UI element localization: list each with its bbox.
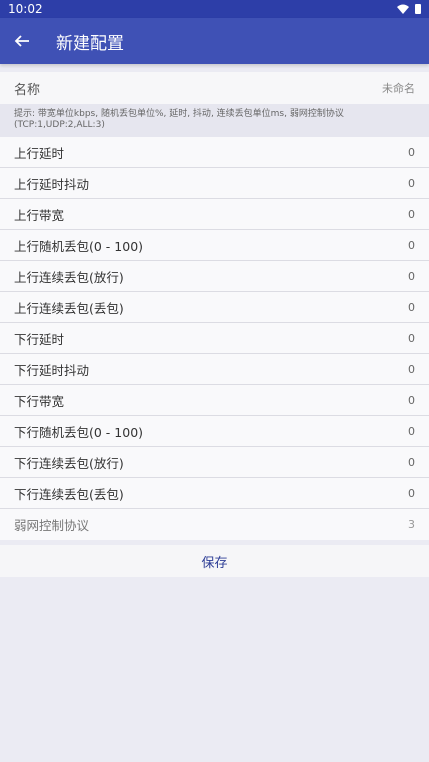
- setting-label: 上行延时: [14, 145, 65, 161]
- setting-value: 0: [408, 424, 415, 438]
- setting-row-protocol[interactable]: 弱网控制协议 3: [0, 509, 429, 540]
- setting-row-downlink-jitter[interactable]: 下行延时抖动 0: [0, 354, 429, 385]
- setting-row-downlink-burst-pass[interactable]: 下行连续丢包(放行) 0: [0, 447, 429, 478]
- setting-label: 下行带宽: [14, 393, 65, 409]
- save-button[interactable]: 保存: [0, 545, 429, 577]
- setting-row-uplink-burst-pass[interactable]: 上行连续丢包(放行) 0: [0, 261, 429, 292]
- setting-value: 0: [408, 455, 415, 469]
- setting-row-uplink-bandwidth[interactable]: 上行带宽 0: [0, 199, 429, 230]
- setting-row-downlink-bandwidth[interactable]: 下行带宽 0: [0, 385, 429, 416]
- setting-label: 上行延时抖动: [14, 176, 90, 192]
- wifi-icon: [397, 4, 409, 14]
- setting-row-uplink-burst-drop[interactable]: 上行连续丢包(丢包) 0: [0, 292, 429, 323]
- setting-row-downlink-delay[interactable]: 下行延时 0: [0, 323, 429, 354]
- setting-value: 0: [408, 145, 415, 159]
- setting-row-downlink-random-loss[interactable]: 下行随机丢包(0 - 100) 0: [0, 416, 429, 447]
- setting-label: 上行连续丢包(丢包): [14, 300, 124, 316]
- arrow-left-icon: [14, 35, 29, 47]
- setting-value: 0: [408, 207, 415, 221]
- setting-value: 0: [408, 300, 415, 314]
- name-label: 名称: [14, 82, 41, 98]
- settings-list: 上行延时 0 上行延时抖动 0 上行带宽 0 上行随机丢包(0 - 100) 0…: [0, 137, 429, 540]
- setting-value: 0: [408, 393, 415, 407]
- name-value[interactable]: 未命名: [382, 80, 415, 96]
- setting-label: 弱网控制协议: [14, 518, 90, 533]
- setting-row-downlink-burst-drop[interactable]: 下行连续丢包(丢包) 0: [0, 478, 429, 509]
- setting-value: 0: [408, 362, 415, 376]
- setting-row-uplink-delay[interactable]: 上行延时 0: [0, 137, 429, 168]
- setting-label: 上行连续丢包(放行): [14, 269, 124, 285]
- back-button[interactable]: [0, 18, 44, 64]
- setting-label: 上行带宽: [14, 207, 65, 223]
- setting-label: 下行延时抖动: [14, 362, 90, 378]
- battery-icon: [415, 4, 421, 14]
- status-time: 10:02: [8, 2, 43, 16]
- setting-value: 0: [408, 486, 415, 500]
- setting-label: 下行随机丢包(0 - 100): [14, 424, 144, 440]
- setting-value: 0: [408, 269, 415, 283]
- setting-value: 0: [408, 238, 415, 252]
- setting-row-uplink-jitter[interactable]: 上行延时抖动 0: [0, 168, 429, 199]
- setting-row-uplink-random-loss[interactable]: 上行随机丢包(0 - 100) 0: [0, 230, 429, 261]
- setting-value: 0: [408, 176, 415, 190]
- hint-text: 提示: 带宽单位kbps, 随机丢包单位%, 延时, 抖动, 连续丢包单位ms,…: [0, 104, 429, 137]
- setting-value: 3: [408, 518, 415, 531]
- setting-label: 下行连续丢包(放行): [14, 455, 124, 471]
- status-icons: [397, 4, 421, 14]
- setting-label: 上行随机丢包(0 - 100): [14, 238, 144, 254]
- setting-value: 0: [408, 331, 415, 345]
- name-field[interactable]: 名称 未命名: [0, 72, 429, 104]
- app-bar: 新建配置: [0, 18, 429, 64]
- setting-label: 下行连续丢包(丢包): [14, 486, 124, 502]
- status-bar: 10:02: [0, 0, 429, 18]
- page-title: 新建配置: [56, 33, 124, 54]
- setting-label: 下行延时: [14, 331, 65, 347]
